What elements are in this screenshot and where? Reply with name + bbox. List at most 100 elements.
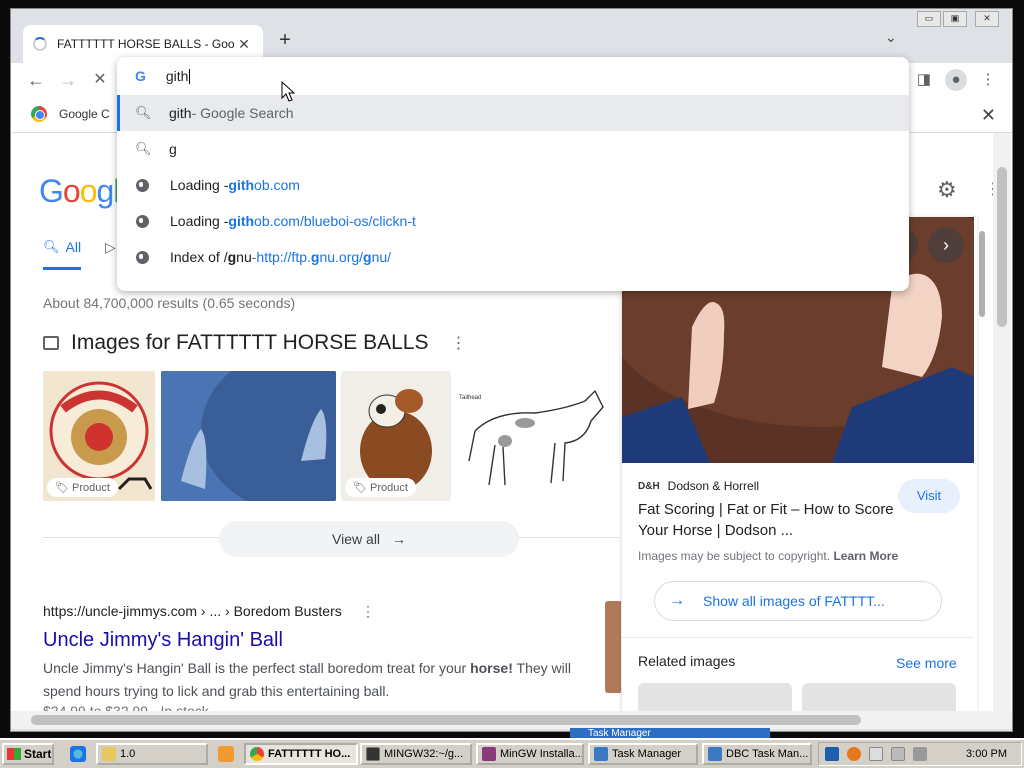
bookmark-google[interactable]: Google C	[31, 106, 110, 122]
suggestion-1-main: gith	[169, 105, 192, 121]
suggestion-2-main: g	[169, 141, 177, 157]
page-vertical-scrollbar[interactable]	[993, 133, 1011, 711]
suggestion-5-g1: g	[227, 249, 237, 265]
panel-scrollbar-thumb[interactable]	[979, 231, 985, 317]
images-heading-text: Images for FATTTTTT HORSE BALLS	[71, 331, 429, 354]
panel-scrollbar[interactable]	[977, 217, 987, 687]
view-all-label: View all	[332, 531, 381, 547]
suggestion-2[interactable]: 🔍︎ g	[117, 131, 909, 167]
page-horizontal-scrollbar[interactable]	[11, 711, 1012, 729]
suggestion-5-g2: g	[310, 249, 320, 265]
new-tab-button[interactable]: +	[273, 29, 297, 52]
image-source[interactable]: D&H Dodson & Horrell	[638, 479, 759, 493]
product-chip: 🏷 Product	[47, 478, 118, 497]
tab-close-icon[interactable]: ✕	[235, 36, 253, 53]
suggestion-3[interactable]: Loading - gith ob.com	[117, 167, 909, 203]
stop-icon[interactable]: ✕	[87, 67, 113, 93]
snippet-part-a: Uncle Jimmy's Hangin' Ball is the perfec…	[43, 660, 471, 676]
tray-volume-icon[interactable]	[913, 747, 927, 761]
menu-kebab-icon[interactable]: ⋮	[977, 69, 999, 91]
more-options-icon[interactable]: ⋮	[450, 333, 466, 353]
image-thumb-4[interactable]: Tailhead	[455, 371, 623, 501]
back-icon[interactable]: ←	[23, 67, 49, 93]
search-icon: 🔍︎	[43, 239, 60, 254]
learn-more-link[interactable]: Learn More	[833, 549, 898, 563]
google-g-icon: G	[135, 68, 146, 84]
ie-quicklaunch-icon[interactable]	[70, 746, 86, 762]
restore-button[interactable]: ▣	[943, 11, 967, 27]
chrome-icon	[250, 747, 264, 761]
start-label: Start	[24, 747, 52, 761]
vertical-scrollbar-thumb[interactable]	[997, 167, 1007, 327]
taskbar-item-2[interactable]: FATTTTTT HO...	[244, 743, 358, 765]
next-image-button[interactable]: ›	[928, 227, 964, 263]
suggestion-5[interactable]: Index of / g nu - http://ftp. g nu.org/g nu/	[117, 239, 909, 275]
related-thumb-1[interactable]	[638, 683, 792, 711]
suggestion-1[interactable]: 🔍︎ gith - Google Search	[117, 95, 909, 131]
result-url[interactable]: https://uncle-jimmys.com › ... › Boredom…	[43, 603, 342, 619]
start-button[interactable]: Start	[2, 743, 54, 765]
view-all-button[interactable]: View all →	[219, 521, 519, 557]
tab-all[interactable]: 🔍︎ All	[43, 239, 82, 270]
suggestion-5-link-b: nu.org/	[319, 249, 364, 265]
suggestion-5-main: Index of /	[170, 249, 228, 265]
chrome-icon	[31, 106, 47, 122]
result-price: $24.99 to $32.99 · In stock	[43, 703, 209, 711]
source-logo: D&H	[638, 480, 660, 492]
folder-icon	[102, 747, 116, 761]
taskbar: Start 1.0 FATTTTTT HO... MINGW32:~/g... …	[0, 738, 1024, 768]
taskbar-item-6-label: DBC Task Man...	[726, 748, 809, 760]
suggestion-4[interactable]: Loading - gith ob.com/blueboi-os/clickn-t	[117, 203, 909, 239]
taskbar-item-1[interactable]: 1.0	[96, 743, 208, 765]
tray-search-icon[interactable]	[847, 747, 861, 761]
see-more-link[interactable]: See more	[896, 655, 957, 671]
show-all-images-button[interactable]: → Show all images of FATTTT...	[654, 581, 942, 621]
arrow-right-icon: →	[669, 592, 685, 609]
close-window-button[interactable]: ✕	[975, 11, 999, 27]
media-quicklaunch-icon[interactable]	[218, 746, 234, 762]
taskbar-item-6[interactable]: DBC Task Man...	[702, 743, 812, 765]
image-thumb-1[interactable]: 🏷 Product	[43, 371, 155, 501]
tray-flag-icon[interactable]	[869, 747, 883, 761]
profile-avatar-icon[interactable]: ●	[945, 69, 967, 91]
omnibox-query: gith	[165, 68, 189, 84]
address-bar-input[interactable]: G gith	[117, 57, 909, 95]
omnibox-dropdown: G gith 🔍︎ gith - Google Search 🔍︎ g Load…	[117, 57, 909, 291]
related-thumb-2[interactable]	[802, 683, 956, 711]
search-icon: 🔍︎	[135, 105, 152, 120]
forward-icon[interactable]: →	[55, 67, 81, 93]
tab-videos[interactable]: ▷	[105, 239, 116, 256]
horizontal-scrollbar-thumb[interactable]	[31, 715, 861, 725]
google-logo[interactable]: Googl	[39, 173, 120, 210]
taskbar-item-5[interactable]: Task Manager	[588, 743, 698, 765]
copyright-notice: Images may be subject to copyright. Lear…	[638, 549, 898, 563]
image-thumb-2[interactable]	[161, 371, 336, 501]
clock[interactable]: 3:00 PM	[966, 748, 1007, 760]
globe-icon	[136, 250, 149, 264]
side-panel-icon[interactable]: ◨	[913, 69, 935, 91]
show-all-label: Show all images of FATTTT...	[703, 593, 885, 609]
result-more-icon[interactable]: ⋮	[361, 603, 375, 620]
tray-network-icon[interactable]	[891, 747, 905, 761]
text-caret	[189, 68, 191, 84]
image-title[interactable]: Fat Scoring | Fat or Fit – How to Score …	[638, 499, 898, 541]
tray-app-icon[interactable]	[825, 747, 839, 761]
settings-gear-icon[interactable]: ⚙	[937, 177, 957, 203]
images-heading: Images for FATTTTTT HORSE BALLS ⋮	[43, 331, 466, 355]
desktop: FATTTTTT HORSE BALLS - Google Search ✕ +…	[0, 0, 1024, 738]
suggestion-1-suffix: - Google Search	[191, 105, 294, 121]
globe-icon	[136, 214, 149, 228]
suggestion-5-g3: g	[363, 249, 372, 265]
taskbar-item-3[interactable]: MINGW32:~/g...	[360, 743, 472, 765]
minimize-button[interactable]: ▭	[917, 11, 941, 27]
horse-back-image	[161, 371, 336, 501]
image-thumb-3[interactable]: 🏷 Product	[341, 371, 451, 501]
close-icon[interactable]: ✕	[981, 105, 996, 126]
system-tray: 3:00 PM	[818, 742, 1022, 766]
taskbar-item-4[interactable]: MinGW Installa...	[476, 743, 584, 765]
result-title[interactable]: Uncle Jimmy's Hangin' Ball	[43, 629, 283, 652]
visit-button[interactable]: Visit	[898, 479, 960, 513]
related-images-heading: Related images	[638, 653, 736, 669]
suggestion-3-main: Loading -	[170, 177, 229, 193]
tab-search-icon[interactable]: ⌄	[885, 29, 897, 46]
